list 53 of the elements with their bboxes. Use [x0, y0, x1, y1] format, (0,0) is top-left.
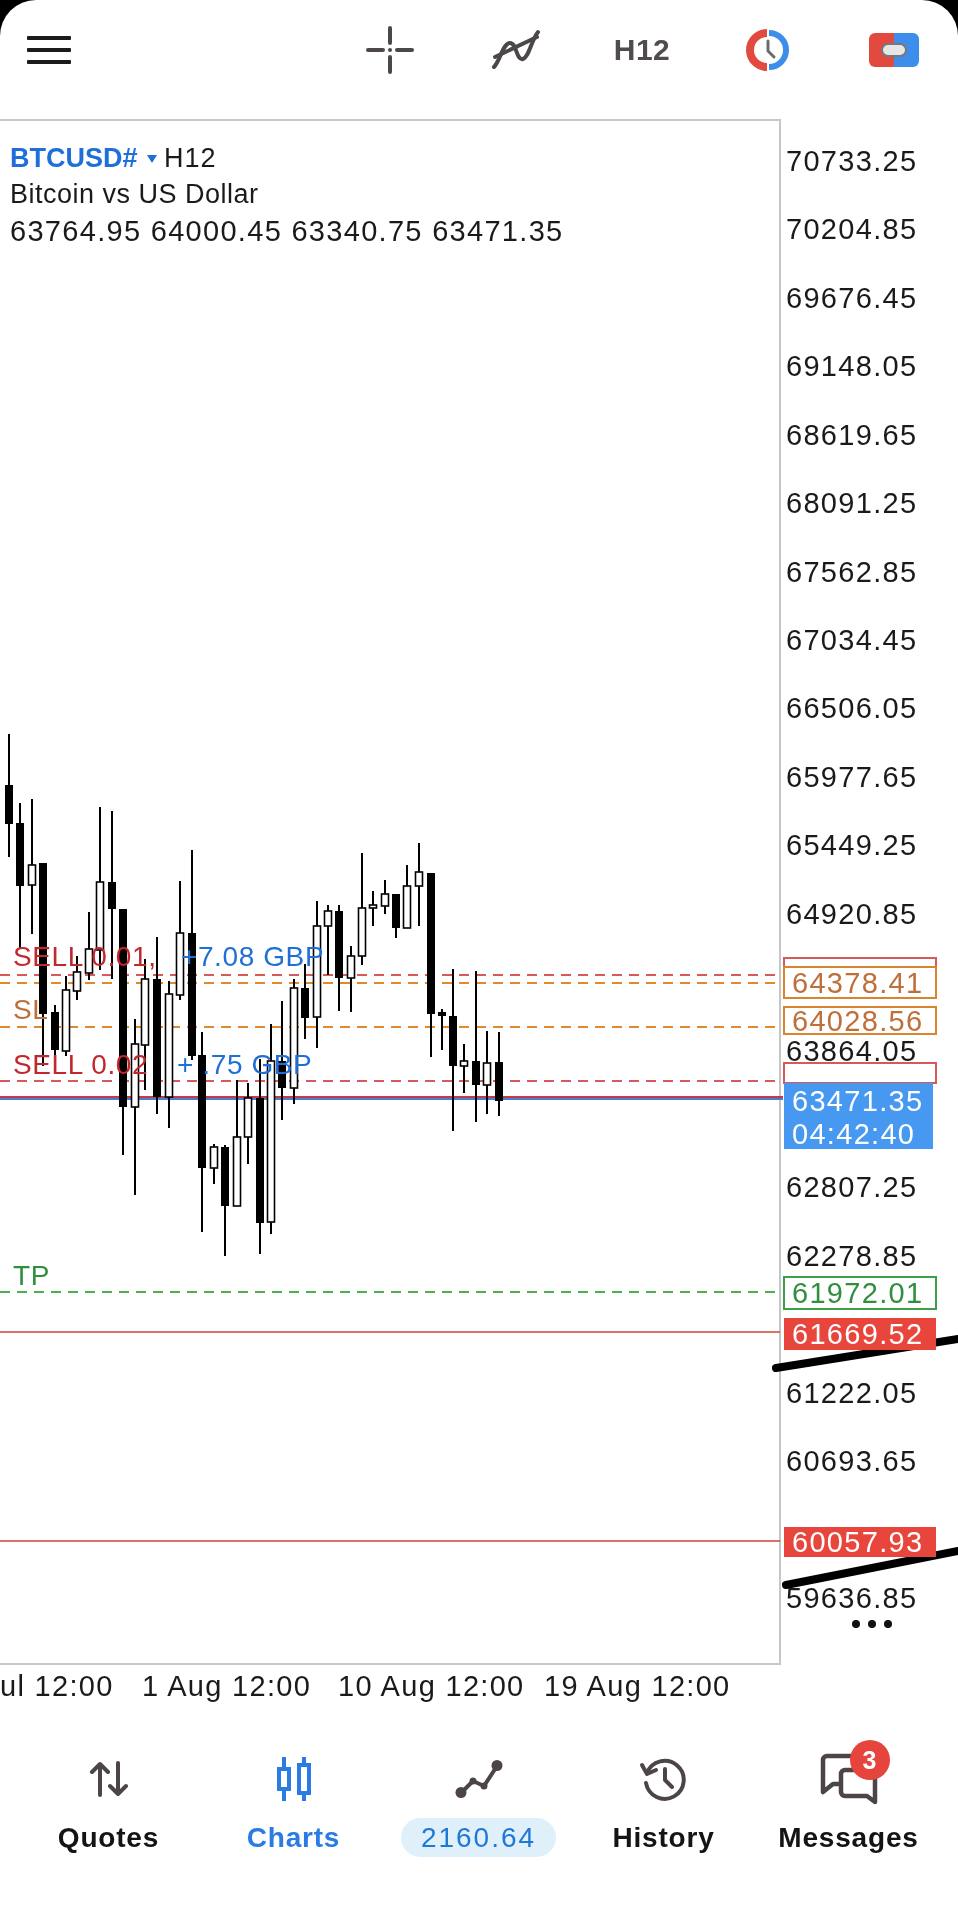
price-tag: 64378.41 [783, 966, 937, 999]
price-axis-label: 70204.85 [786, 213, 918, 246]
time-axis-label: ul 12:00 [0, 1670, 114, 1702]
menu-icon[interactable] [27, 36, 71, 64]
price-axis-label: 59636.85 [786, 1582, 918, 1615]
price-tag: 61972.01 [783, 1276, 937, 1310]
candlestick [438, 1008, 446, 1051]
nav-tab[interactable]: 3 Messages [756, 1720, 941, 1880]
price-axis-label: 69676.45 [786, 281, 918, 314]
price-axis-label: 67034.45 [786, 624, 918, 656]
candlestick [392, 893, 400, 939]
ohlc-values: 63764.95 64000.45 63340.75 63471.35 [10, 215, 564, 247]
price-axis-label: 64920.85 [786, 897, 918, 930]
up-down-arrows-icon [88, 1761, 129, 1797]
more-icon[interactable] [852, 1620, 892, 1628]
nav-tab[interactable]: Charts [201, 1720, 386, 1880]
price-axis-label: 67562.85 [786, 555, 918, 588]
price-axis-label: 63864.05 [786, 1034, 918, 1067]
symbol-description: Bitcoin vs US Dollar [10, 179, 259, 209]
take-profit-label: TP [13, 1259, 50, 1291]
price-tag: 64028.56 [783, 1004, 937, 1037]
price-axis-label: 69148.05 [786, 350, 918, 383]
nav-tab[interactable]: Quotes [16, 1720, 201, 1880]
price-tag: 61669.52 [784, 1318, 936, 1350]
price-axis-label: 60693.65 [786, 1445, 918, 1478]
candlestick [380, 879, 390, 915]
symbol-name[interactable]: BTCUSD# [10, 143, 138, 173]
current-price-tag: 63471.35 04:42:40 [784, 1083, 933, 1150]
caret-icon[interactable] [147, 155, 157, 163]
crosshair-icon[interactable] [366, 26, 414, 74]
candlestick [209, 1143, 219, 1185]
price-axis-label: 70733.25 [786, 145, 918, 177]
time-axis-label: 1 Aug 12:00 [142, 1670, 312, 1702]
price-axis-label: 61222.05 [786, 1376, 918, 1409]
price-axis-label: 62807.25 [786, 1171, 918, 1204]
price-axis-label: 66506.05 [786, 692, 918, 725]
price-axis-label: 65977.65 [786, 760, 918, 793]
timeframe-label: H12 [164, 143, 217, 173]
candlestick [459, 1043, 469, 1094]
nav-tab[interactable]: History [571, 1720, 756, 1880]
time-axis-label: 10 Aug 12:00 [338, 1670, 525, 1702]
value-tab[interactable]: 2160.64 [386, 1720, 571, 1880]
notification-badge: 3 [849, 1740, 890, 1780]
price-axis-label: 65449.25 [786, 829, 918, 862]
candlestick [402, 864, 412, 929]
time-axis-label: 19 Aug 12:00 [544, 1670, 731, 1702]
line-chart-icon [454, 1759, 503, 1799]
price-axis-label: 62278.85 [786, 1239, 918, 1272]
price-axis-label: 68619.65 [786, 418, 918, 451]
timeframe-button[interactable]: H12 [613, 35, 671, 65]
toggle-icon[interactable] [869, 33, 919, 67]
price-tag: 60057.93 [784, 1526, 936, 1558]
price-axis-label: 68091.25 [786, 487, 918, 520]
